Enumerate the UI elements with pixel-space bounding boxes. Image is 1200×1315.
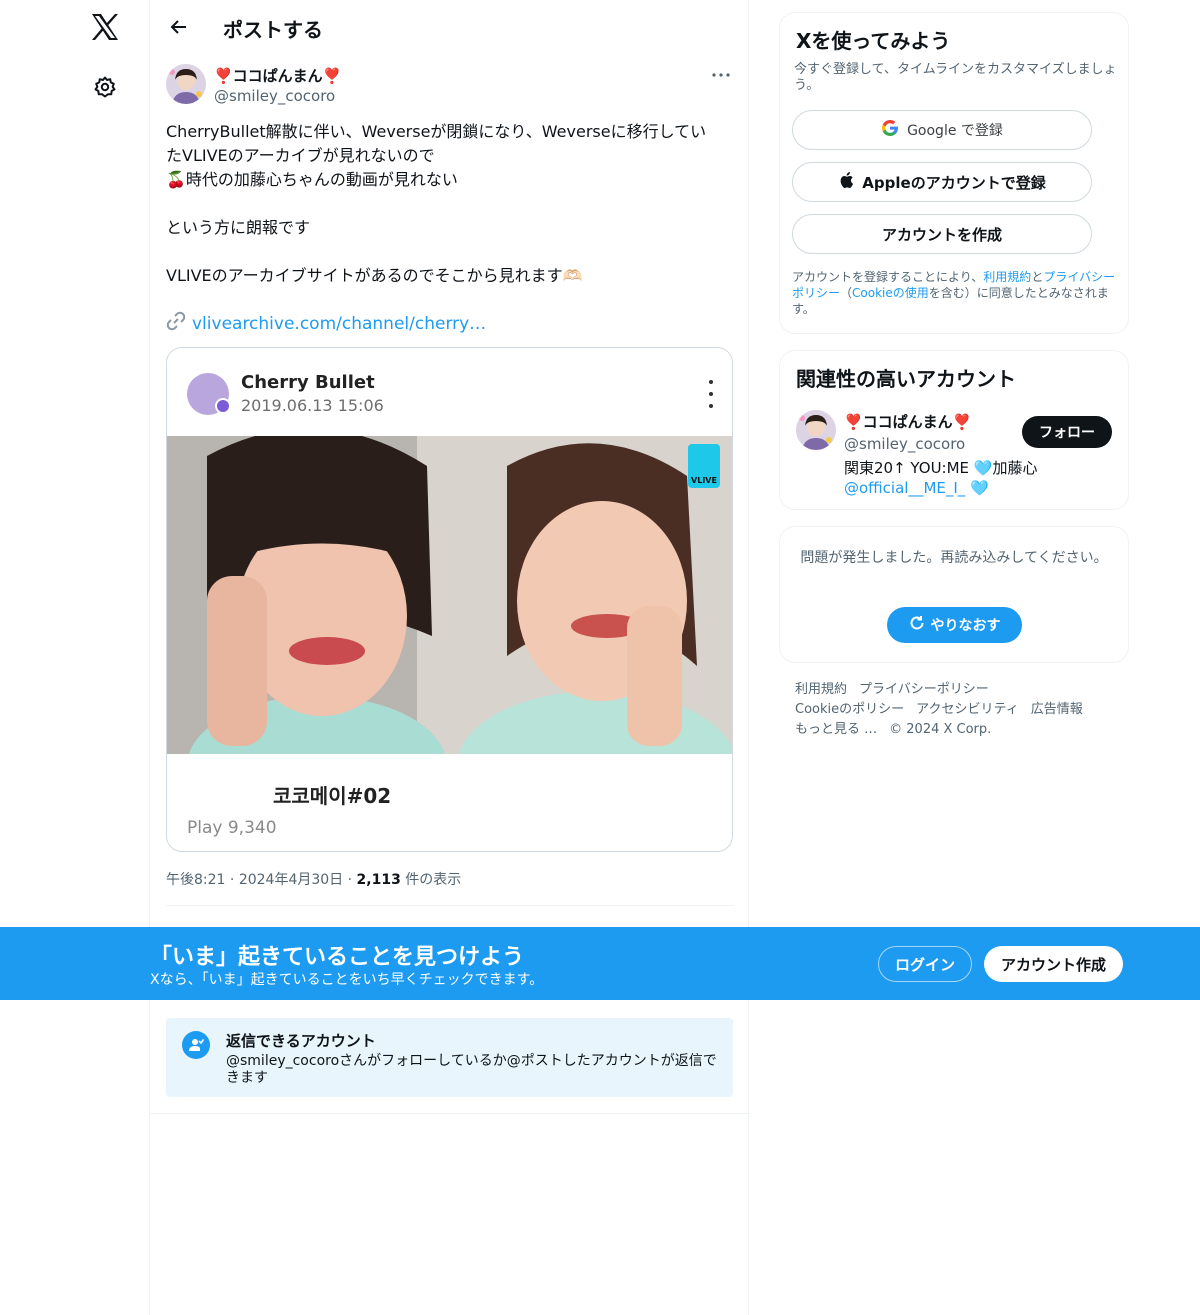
post-text-line: 🍒時代の加藤心ちゃんの動画が見れない bbox=[166, 170, 458, 189]
left-nav bbox=[0, 0, 150, 1315]
post-text-line: VLIVEのアーカイブサイトがあるのでそこから見れます🫶🏻 bbox=[166, 266, 583, 285]
more-options-icon[interactable] bbox=[708, 64, 734, 86]
bio-text: 🩵 bbox=[965, 479, 989, 497]
google-signup-label: Google で登録 bbox=[907, 123, 1003, 139]
related-account-handle[interactable]: @smiley_cocoro bbox=[844, 435, 965, 453]
signup-subtitle: 今すぐ登録して、タイムラインをカスタマイズしましょう。 bbox=[794, 62, 1117, 93]
apple-signup-button[interactable]: Appleのアカウントで登録 bbox=[792, 162, 1092, 202]
retry-button[interactable]: やりなおす bbox=[887, 607, 1022, 643]
view-label: 件の表示 bbox=[405, 872, 462, 888]
footer-links: 利用規約 プライバシーポリシー Cookieのポリシー アクセシビリティ 広告情報 も… bbox=[795, 680, 1115, 740]
meta-separator: · bbox=[347, 872, 357, 888]
link-icon bbox=[166, 311, 186, 336]
related-title: 関連性の高いアカウント bbox=[796, 367, 1016, 391]
post-body: CherryBullet解散に伴い、Weverseが閉鎖になり、Weverseに… bbox=[166, 120, 736, 288]
settings-gear-icon[interactable] bbox=[90, 72, 120, 102]
error-panel: 問題が発生しました。再読み込みしてください。 やりなおす bbox=[779, 526, 1129, 663]
reply-restriction-description: @smiley_cocoroさんがフォローしているか@ポストしたアカウントが返信… bbox=[226, 1053, 717, 1086]
related-account-name[interactable]: ❣️ココぱんまん❣️ bbox=[844, 411, 971, 432]
legal-text: と bbox=[1031, 270, 1044, 284]
signup-button[interactable]: アカウント作成 bbox=[984, 946, 1123, 982]
banner-title: 「いま」起きていることを見つけよう bbox=[150, 945, 525, 970]
create-account-label: アカウントを作成 bbox=[881, 225, 1002, 244]
divider bbox=[166, 905, 734, 906]
page-title: ポストする bbox=[223, 18, 323, 42]
reply-restriction-notice: 返信できるアカウント @smiley_cocoroさんがフォローしているか@ポス… bbox=[166, 1018, 733, 1097]
footer-link[interactable]: もっと見る … bbox=[795, 722, 877, 737]
card-play-count: Play 9,340 bbox=[187, 818, 277, 838]
terms-link[interactable]: 利用規約 bbox=[983, 270, 1031, 284]
legal-notice: アカウントを登録することにより、利用規約とプライバシーポリシー（Cookieの使… bbox=[792, 269, 1122, 317]
reply-restriction-title: 返信できるアカウント bbox=[226, 1032, 376, 1050]
back-arrow-icon[interactable] bbox=[164, 12, 194, 42]
meta-separator: · bbox=[229, 872, 239, 888]
google-icon bbox=[881, 119, 899, 141]
card-channel-date: 2019.06.13 15:06 bbox=[241, 396, 384, 415]
user-check-icon bbox=[182, 1031, 210, 1059]
footer-link[interactable]: Cookieのポリシー bbox=[795, 702, 904, 717]
login-button[interactable]: ログイン bbox=[878, 946, 972, 982]
apple-icon bbox=[838, 171, 854, 193]
legal-text: （ bbox=[840, 286, 853, 300]
bio-text: 関東20↑ YOU:ME 🩵加藤心 bbox=[844, 459, 1038, 477]
link-text: vlivearchive.com/channel/cherry… bbox=[192, 313, 487, 334]
main-column: ポストする ❣️ココぱんまん❣️ @smiley_cocoro CherryBu… bbox=[149, 0, 750, 1315]
kebab-menu-icon bbox=[702, 380, 720, 408]
post-author: ❣️ココぱんまん❣️ @smiley_cocoro bbox=[166, 64, 734, 108]
vlive-badge: VLIVE bbox=[688, 444, 720, 488]
card-photo: VLIVE bbox=[167, 428, 732, 841]
post-text-line bbox=[166, 192, 736, 216]
view-count: 2,113 bbox=[356, 872, 401, 888]
follow-button[interactable]: フォロー bbox=[1022, 416, 1112, 448]
signup-title: Xを使ってみよう bbox=[796, 29, 951, 53]
card-channel-name: Cherry Bullet bbox=[241, 372, 375, 393]
link-preview-card[interactable]: Cherry Bullet 2019.06.13 15:06 VLIVE 코코메… bbox=[166, 347, 733, 852]
x-logo-icon[interactable] bbox=[88, 10, 122, 44]
author-name[interactable]: ❣️ココぱんまん❣️ bbox=[214, 65, 341, 86]
related-accounts-panel: 関連性の高いアカウント ❣️ココぱんまん❣️ @smiley_cocoro 関東… bbox=[779, 350, 1129, 510]
login-banner: 「いま」起きていることを見つけよう Xなら、「いま」起きていることをいち早くチェ… bbox=[0, 927, 1200, 1000]
post-text-line: CherryBullet解散に伴い、Weverseが閉鎖になり、Weverseに… bbox=[166, 122, 707, 141]
footer-link[interactable]: 広告情報 bbox=[1031, 702, 1083, 717]
post-text-line: という方に朗報です bbox=[166, 218, 311, 237]
footer-link[interactable]: アクセシビリティ bbox=[916, 702, 1019, 717]
copyright: © 2024 X Corp. bbox=[889, 722, 992, 737]
refresh-icon bbox=[909, 615, 925, 635]
page-header: ポストする bbox=[150, 0, 750, 54]
create-account-button[interactable]: アカウントを作成 bbox=[792, 214, 1092, 254]
cookie-link[interactable]: Cookieの使用 bbox=[852, 286, 929, 300]
footer-link[interactable]: 利用規約 bbox=[795, 682, 847, 697]
avatar[interactable] bbox=[796, 410, 836, 450]
avatar[interactable] bbox=[166, 64, 206, 104]
author-handle[interactable]: @smiley_cocoro bbox=[214, 87, 335, 105]
post-time[interactable]: 午後8:21 bbox=[166, 872, 225, 888]
bio-mention-link[interactable]: @official__ME_I_ bbox=[844, 479, 965, 497]
related-account-bio: 関東20↑ YOU:ME 🩵加藤心 @official__ME_I_ 🩵 bbox=[844, 458, 1064, 498]
post-meta: 午後8:21 · 2024年4月30日 · 2,113 件の表示 bbox=[166, 869, 461, 889]
post-text-line bbox=[166, 240, 736, 264]
post-link[interactable]: vlivearchive.com/channel/cherry… bbox=[166, 311, 486, 336]
google-signup-button[interactable]: Google で登録 bbox=[792, 110, 1092, 150]
signup-panel: Xを使ってみよう 今すぐ登録して、タイムラインをカスタマイズしましょう。 Goo… bbox=[779, 12, 1129, 334]
apple-signup-label: Appleのアカウントで登録 bbox=[862, 173, 1046, 192]
error-message: 問題が発生しました。再読み込みしてください。 bbox=[800, 550, 1108, 566]
card-video-title: 코코메이#02 bbox=[273, 784, 392, 808]
post-date[interactable]: 2024年4月30日 bbox=[239, 872, 343, 888]
retry-label: やりなおす bbox=[930, 618, 1001, 634]
card-header: Cherry Bullet 2019.06.13 15:06 bbox=[167, 348, 732, 437]
banner-subtitle: Xなら、「いま」起きていることをいち早くチェックできます。 bbox=[150, 972, 544, 988]
post-text-line: たVLIVEのアーカイブが見れないので bbox=[166, 146, 435, 165]
legal-text: アカウントを登録することにより、 bbox=[792, 270, 984, 284]
footer-link[interactable]: プライバシーポリシー bbox=[859, 682, 989, 697]
divider bbox=[150, 1113, 750, 1114]
star-badge-icon bbox=[215, 398, 231, 414]
